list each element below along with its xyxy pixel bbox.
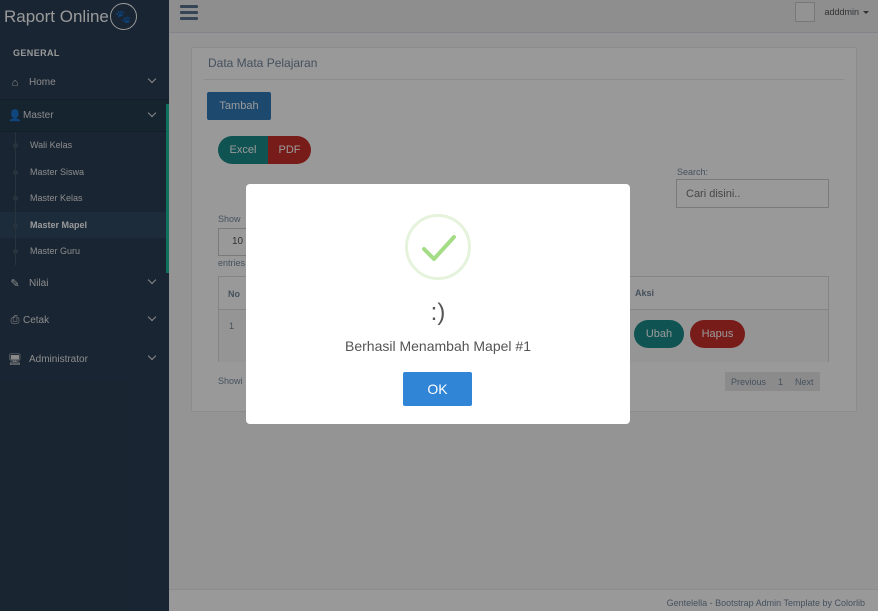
dialog-title: :) xyxy=(430,299,446,326)
ok-button[interactable]: OK xyxy=(403,372,472,406)
dialog-message: Berhasil Menambah Mapel #1 xyxy=(345,338,531,354)
success-check-icon xyxy=(405,214,471,280)
success-dialog: :) Berhasil Menambah Mapel #1 OK xyxy=(246,184,630,424)
